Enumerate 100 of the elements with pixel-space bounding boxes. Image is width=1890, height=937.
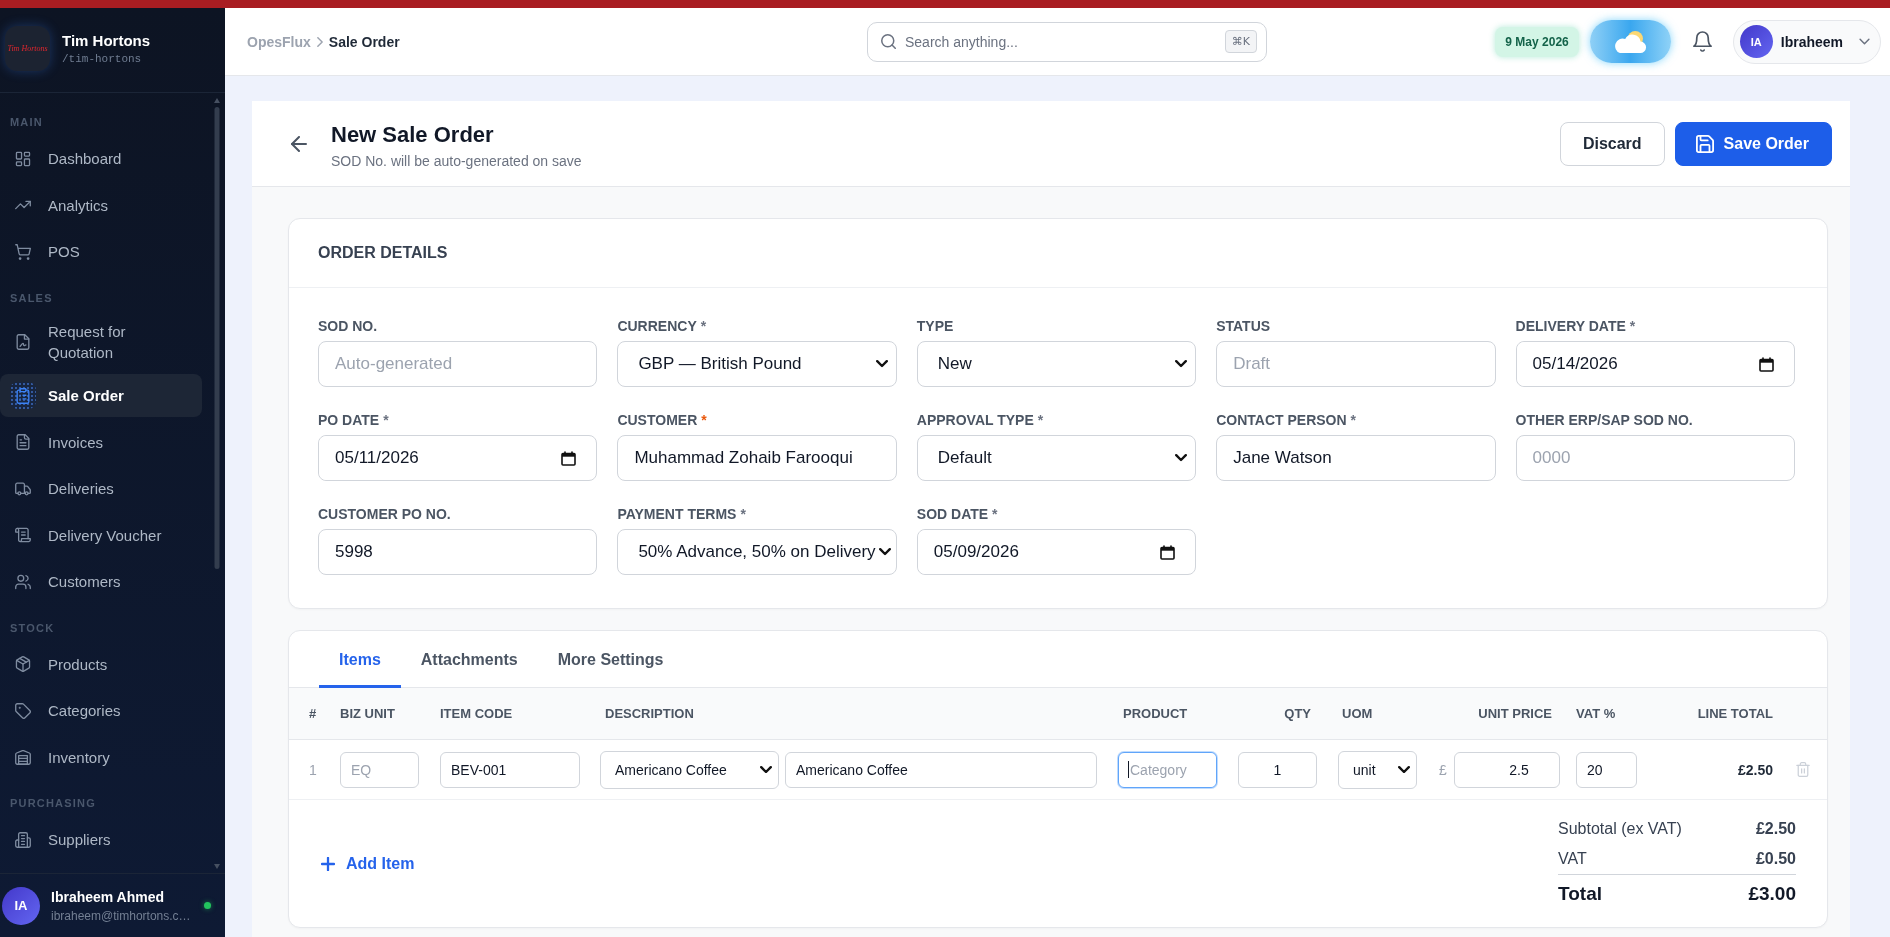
chevron-down-icon [1859,38,1870,45]
nav-item[interactable]: Suppliers [0,818,202,861]
signed-document-icon [15,333,31,350]
trash-icon[interactable] [1796,762,1810,777]
vat-field[interactable]: 20 [1576,751,1637,788]
text-field[interactable]: Draft [1216,341,1496,387]
summary-value: £2.50 [1755,819,1796,839]
column-header: PRODUCT [1123,706,1188,721]
row-number: 1 [309,761,317,778]
chevron-down-icon [875,360,888,368]
cart-icon [15,243,31,260]
required-mark: * [1037,412,1044,429]
column-header: LINE TOTAL [1697,706,1773,721]
summary-value: £0.50 [1755,849,1796,869]
date-field[interactable]: 05/09/2026 [916,529,1197,575]
summary-value: £3.00 [1748,874,1796,913]
plus-icon [321,856,335,871]
bell-icon[interactable] [1692,31,1712,52]
dropdown[interactable]: New [916,341,1197,387]
brand-slug: /tim-hortons [62,52,143,65]
required-mark: * [1629,318,1636,335]
nav-item[interactable]: POS [0,230,202,273]
product-field[interactable]: Category [1118,751,1217,788]
required-mark: * [383,412,389,429]
summary-label: Subtotal (ex VAT) [1558,819,1682,839]
nav-item[interactable]: Request for Quotation [0,312,202,371]
column-header: UOM [1342,706,1373,721]
people-icon [15,573,31,590]
field-label: CURRENCY [617,318,697,335]
field-label: SOD DATE [916,506,989,523]
chevron-right-icon [316,36,323,47]
text-cursor-icon [1128,761,1129,778]
text-field[interactable]: Auto-generated [318,341,598,387]
calendar-icon [1160,544,1176,560]
dropdown[interactable]: 50% Advance, 50% on Delivery [617,529,897,575]
unit-price-field[interactable]: 2.5 [1453,751,1560,788]
nav-item[interactable]: Deliveries [0,467,202,510]
nav-item[interactable]: Inventory [0,735,202,779]
chevron-down-icon [1175,454,1188,462]
cloud-sun-icon [1613,29,1648,54]
brand-logo: Tim Hortons [5,25,50,71]
user-avatar: IA [2,886,40,925]
field-label: SOD NO. [318,318,378,335]
text-field[interactable]: Muhammad Zohaib Farooqui [617,435,897,481]
add-item-button[interactable]: Add Item [321,854,415,873]
item-code-field[interactable]: BEV-001 [440,751,580,788]
brand-name: Tim Hortons [62,31,151,49]
save-button[interactable]: Save Order [1674,121,1832,166]
description-field[interactable]: Americano Coffee [785,751,1097,788]
section-label: PURCHASING [9,796,96,811]
calendar-icon [561,450,577,466]
description-dropdown[interactable]: Americano Coffee [600,750,779,789]
user-avatar: IA [1739,25,1773,58]
weather-button[interactable] [1589,20,1671,63]
breadcrumb-current: Sale Order [328,33,400,50]
dropdown[interactable]: GBP — British Pound [617,341,897,387]
user-name: Ibraheem Ahmed [51,888,165,905]
text-field[interactable]: Jane Watson [1216,435,1496,481]
text-field[interactable]: 5998 [318,529,598,575]
nav-item[interactable]: Delivery Voucher [0,513,202,557]
line-total: £2.50 [1737,761,1773,778]
grid-icon [15,150,31,167]
nav-item[interactable]: Invoices [0,420,202,464]
nav-item[interactable]: Sale Order [0,374,202,417]
nav-item[interactable]: Products [0,642,202,686]
biz-unit-field[interactable]: EQ [340,751,419,788]
nav-item[interactable]: Dashboard [0,137,202,180]
required-mark: * [1350,412,1357,429]
column-header: QTY [1284,706,1311,721]
unit-dropdown[interactable]: unit [1338,750,1417,789]
column-header: ITEM CODE [440,706,513,721]
section-label: MAIN [9,115,43,130]
tab[interactable]: More Settings [537,631,684,688]
date-field[interactable]: 05/14/2026 [1515,341,1795,387]
chevron-down-icon [760,765,772,774]
user-email: ibraheem@timhortons.c… [51,908,191,923]
building-icon [15,831,31,848]
card-title: ORDER DETAILS [318,244,448,262]
page-title: New Sale Order [331,121,494,148]
page-subtitle: SOD No. will be auto-generated on save [331,151,582,170]
tab[interactable]: Attachments [400,631,538,688]
summary-label: Total [1558,874,1749,913]
field-label: APPROVAL TYPE [916,412,1034,429]
date-field[interactable]: 05/11/2026 [318,435,598,481]
field-label: OTHER ERP/SAP SOD NO. [1515,412,1693,429]
shortcut-key: ⌘K [1224,30,1257,53]
box-icon [15,656,31,672]
date-badge: 9 May 2026 [1495,26,1579,57]
dropdown[interactable]: Default [916,435,1197,481]
truck-icon [15,480,31,497]
nav-item[interactable]: Analytics [0,183,202,227]
text-field[interactable]: 0000 [1515,435,1795,481]
scrollbar[interactable] [213,97,221,870]
user-menu-button[interactable]: IA Ibraheem [1732,19,1881,64]
nav-item[interactable]: Categories [0,689,202,732]
discard-button[interactable]: Discard [1559,121,1665,166]
quantity-field[interactable]: 1 [1238,751,1317,788]
nav-item[interactable]: Customers [0,560,202,603]
search-icon [881,34,896,49]
calendar-icon [1759,356,1774,372]
